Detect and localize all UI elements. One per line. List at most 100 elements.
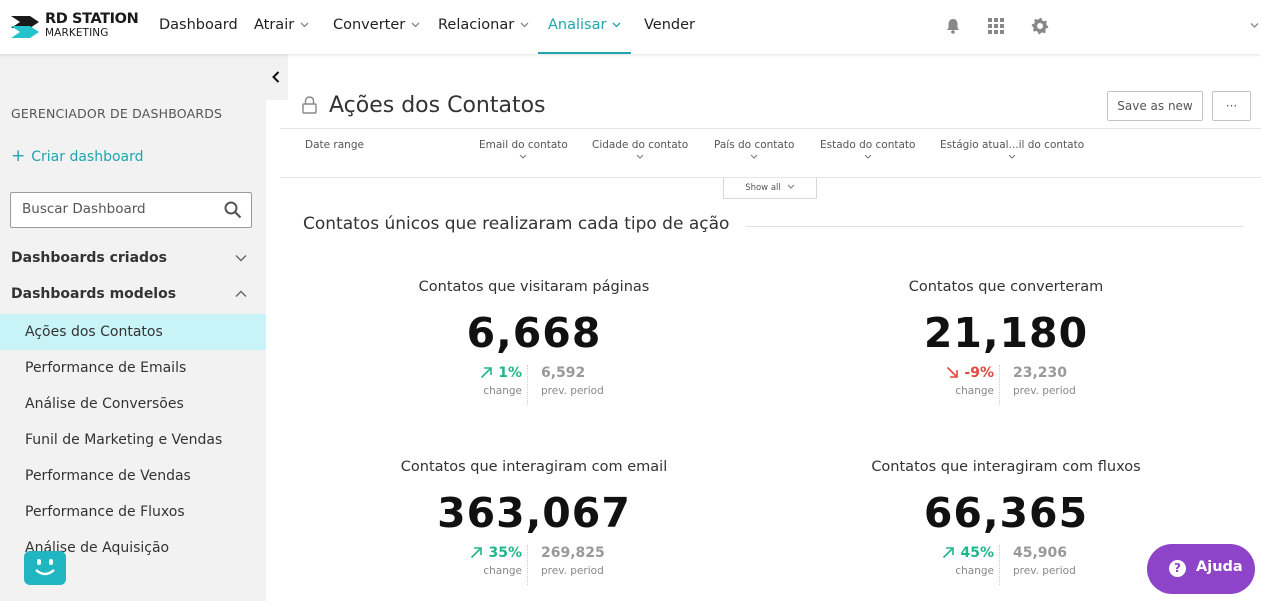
metric-title: Contatos que converteram <box>908 279 1104 295</box>
metric-change-value: 1% <box>498 365 522 381</box>
smiley-face-icon <box>35 559 55 576</box>
metric-previous-label: prev. period <box>541 385 604 397</box>
rd-station-logo[interactable]: RD STATION MARKETING <box>10 12 140 42</box>
metric-previous-value: 269,825 <box>541 545 605 561</box>
sidebar-item-label: Performance de Fluxos <box>25 504 185 520</box>
chatbot-avatar-icon[interactable] <box>24 551 66 585</box>
metric-change: 35% change <box>470 545 522 577</box>
help-button[interactable]: ? Ajuda <box>1147 544 1255 594</box>
chevron-down-icon <box>636 154 644 159</box>
filter-label: Cidade do contato <box>592 139 689 151</box>
chevron-left-icon <box>272 71 280 83</box>
save-as-new-button[interactable]: Save as new <box>1107 91 1203 121</box>
create-dashboard-label: Criar dashboard <box>31 149 144 165</box>
sidebar-item-funil-de-marketing-e-vendas[interactable]: Funil de Marketing e Vendas <box>0 422 266 458</box>
filter-pais-do-contato[interactable]: País do contato <box>714 139 794 159</box>
metric-change-percent: 1% <box>480 365 522 381</box>
nav-converter[interactable]: Converter <box>333 0 420 54</box>
filter-cidade-do-contato[interactable]: Cidade do contato <box>592 139 688 159</box>
metric-change-percent: 35% <box>470 545 522 561</box>
section-divider <box>745 226 1243 227</box>
section-title: Contatos únicos que realizaram cada tipo… <box>303 214 730 234</box>
sidebar-item-performance-de-fluxos[interactable]: Performance de Fluxos <box>0 494 266 530</box>
metric-comparison: 35% change 269,825 prev. period <box>454 545 614 585</box>
create-dashboard-link[interactable]: + Criar dashboard <box>11 146 144 166</box>
account-menu-chevron-icon[interactable] <box>1250 22 1259 29</box>
show-all-filters-button[interactable]: Show all <box>723 178 817 199</box>
gear-icon[interactable] <box>1031 17 1049 35</box>
metric-value: 66,365 <box>923 489 1089 537</box>
filter-estado-do-contato[interactable]: Estado do contato <box>820 139 915 159</box>
sidebar-item-label: Análise de Conversões <box>25 396 184 412</box>
filter-date-range[interactable]: Date range <box>305 139 364 151</box>
sidebar-item-label: Performance de Vendas <box>25 468 191 484</box>
metric-separator <box>527 365 528 405</box>
sidebar-item-label: Funil de Marketing e Vendas <box>25 432 223 448</box>
metric-change-percent: -9% <box>946 365 994 381</box>
sidebar-group-label: Dashboards modelos <box>11 286 177 302</box>
chevron-up-icon <box>235 290 247 297</box>
arrow-up-right-icon <box>943 547 955 559</box>
dashboard-search-box <box>10 192 252 228</box>
chevron-down-icon <box>411 22 420 28</box>
filter-email-do-contato[interactable]: Email do contato <box>479 139 568 159</box>
sidebar-item-performance-de-emails[interactable]: Performance de Emails <box>0 350 266 386</box>
sidebar-group-created-dashboards[interactable]: Dashboards criados <box>11 250 247 266</box>
help-button-label: Ajuda <box>1196 559 1243 575</box>
filter-estagio-atual-do-contato[interactable]: Estágio atual...il do contato <box>940 139 1084 159</box>
metric-card-email-interactions: Contatos que interagiram com email 363,0… <box>334 459 734 585</box>
nav-dashboard[interactable]: Dashboard <box>159 0 238 54</box>
sidebar-item-performance-de-vendas[interactable]: Performance de Vendas <box>0 458 266 494</box>
apps-grid-icon[interactable] <box>987 17 1005 35</box>
dashboard-search-input[interactable] <box>22 201 212 217</box>
sidebar-item-analise-de-conversoes[interactable]: Análise de Conversões <box>0 386 266 422</box>
nav-analisar[interactable]: Analisar <box>537 0 632 54</box>
nav-converter-label: Converter <box>333 17 406 33</box>
more-options-button[interactable]: ··· <box>1212 91 1251 121</box>
nav-relacionar[interactable]: Relacionar <box>438 0 529 54</box>
search-icon[interactable] <box>224 201 242 219</box>
metric-separator <box>527 545 528 585</box>
chevron-down-icon <box>787 184 795 189</box>
metric-title: Contatos que interagiram com email <box>400 459 668 475</box>
metric-comparison: -9% change 23,230 prev. period <box>926 365 1086 405</box>
nav-vender[interactable]: Vender <box>644 0 695 54</box>
show-all-label: Show all <box>745 183 781 193</box>
metric-change-value: 45% <box>960 545 994 561</box>
filter-bar: Date range Email do contato Cidade do co… <box>280 128 1261 178</box>
metric-change-label: change <box>483 565 522 577</box>
arrow-up-right-icon <box>471 547 483 559</box>
filter-label: Email do contato <box>479 139 568 151</box>
dashboard-main-area: Ações dos Contatos Save as new ··· Date … <box>280 54 1261 601</box>
metric-previous: 23,230 prev. period <box>1013 365 1076 397</box>
metric-title: Contatos que interagiram com fluxos <box>871 459 1141 475</box>
nav-vender-label: Vender <box>644 17 695 33</box>
filter-label: País do contato <box>714 139 795 151</box>
metric-previous: 269,825 prev. period <box>541 545 605 577</box>
metric-previous: 45,906 prev. period <box>1013 545 1076 577</box>
chevron-down-icon <box>235 255 247 262</box>
chevron-down-icon <box>520 22 529 28</box>
chevron-down-icon <box>612 22 621 28</box>
filter-label: Estado do contato <box>820 139 916 151</box>
nav-atrair-label: Atrair <box>254 17 295 33</box>
sidebar-group-model-dashboards[interactable]: Dashboards modelos <box>11 286 247 302</box>
metric-value: 363,067 <box>437 489 631 537</box>
metric-change-value: 35% <box>488 545 522 561</box>
bell-icon[interactable] <box>944 17 962 35</box>
metric-card-flow-interactions: Contatos que interagiram com fluxos 66,3… <box>806 459 1206 585</box>
metric-separator <box>999 365 1000 405</box>
nav-analisar-label: Analisar <box>548 17 607 33</box>
arrow-up-right-icon <box>481 367 493 379</box>
nav-atrair[interactable]: Atrair <box>254 0 309 54</box>
metric-previous: 6,592 prev. period <box>541 365 604 397</box>
question-icon: ? <box>1169 560 1186 577</box>
metric-value: 6,668 <box>466 309 602 357</box>
sidebar-group-label: Dashboards criados <box>11 250 168 266</box>
sidebar-item-acoes-dos-contatos[interactable]: Ações dos Contatos <box>0 314 266 350</box>
chevron-down-icon <box>520 154 527 159</box>
metric-change-label: change <box>955 385 994 397</box>
metric-change: -9% change <box>946 365 994 397</box>
chevron-down-icon <box>1008 154 1016 159</box>
metric-change-value: -9% <box>964 365 994 381</box>
